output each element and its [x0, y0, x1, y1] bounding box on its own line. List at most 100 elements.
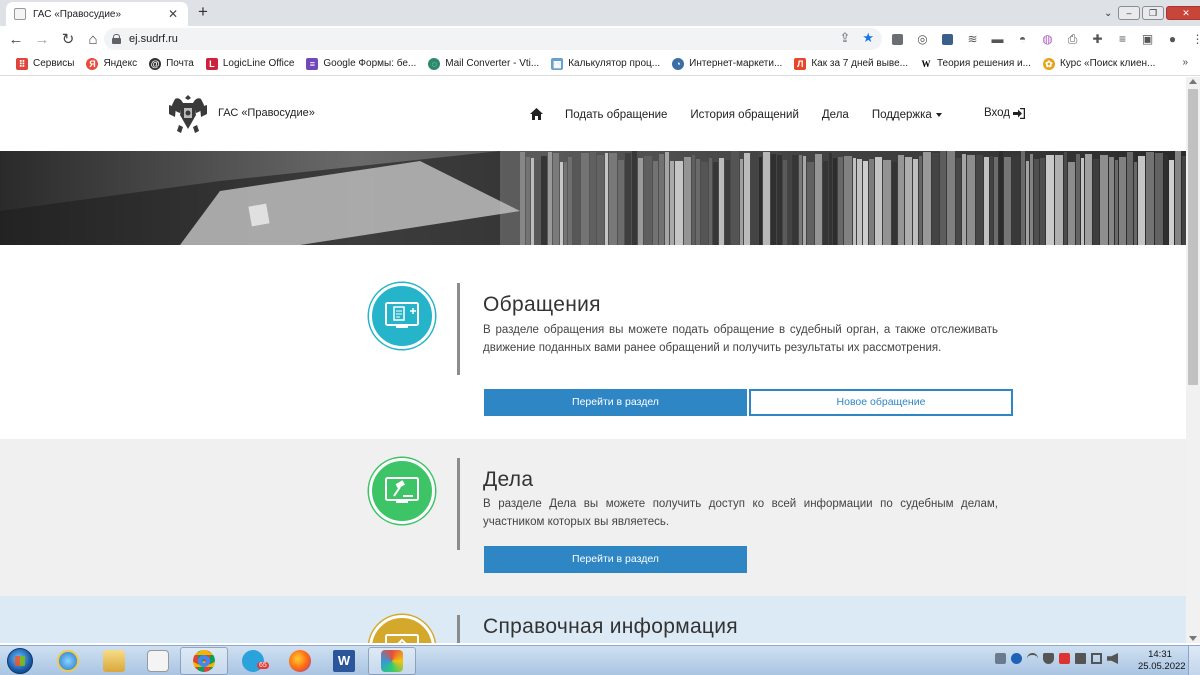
extension-folder-icon[interactable]: ▬	[988, 30, 1007, 49]
shelf-spine	[1134, 162, 1137, 245]
taskbar-firefox[interactable]	[276, 647, 324, 675]
extension-icon-6[interactable]: ◓	[1013, 30, 1032, 49]
shelf-spine	[1155, 153, 1163, 245]
bookmark-item[interactable]: L LogicLine Office	[200, 57, 301, 70]
sign-in-icon	[1013, 107, 1026, 119]
menu-icon[interactable]: ⋮	[1188, 30, 1200, 49]
monitor-icon[interactable]	[1091, 653, 1102, 664]
shelf-spine	[815, 154, 822, 245]
scrollbar-thumb[interactable]	[1188, 89, 1198, 385]
extension-icon-1[interactable]	[888, 30, 907, 49]
bookmark-item[interactable]: Л Как за 7 дней выве...	[788, 57, 914, 70]
address-bar[interactable]: ej.sudrf.ru ⇪ ★	[104, 28, 882, 50]
shelf-spine	[999, 151, 1003, 245]
scroll-down-arrow-icon[interactable]	[1189, 636, 1197, 641]
extension-icon-7[interactable]: ◍	[1038, 30, 1057, 49]
apps-grid-icon: ⠿	[16, 57, 28, 70]
volume-icon[interactable]	[1107, 653, 1118, 664]
bookmark-item[interactable]: ✿ Курс «Поиск клиен...	[1037, 57, 1161, 70]
nav-appeal-history[interactable]: История обращений	[690, 109, 799, 121]
bookmark-item[interactable]: ◔ Интернет-маркети...	[666, 57, 788, 70]
shelf-spine	[665, 152, 669, 245]
extension-icon-3[interactable]	[938, 30, 957, 49]
tab-close-icon[interactable]: ✕	[166, 7, 180, 21]
login-link[interactable]: Вход	[984, 107, 1026, 119]
network-error-icon[interactable]	[1059, 653, 1070, 664]
scroll-up-arrow-icon[interactable]	[1189, 79, 1197, 84]
extension-icon-2[interactable]: ◎	[913, 30, 932, 49]
show-desktop-button[interactable]	[1188, 646, 1200, 675]
shelf-spine	[1068, 162, 1075, 245]
share-icon[interactable]: ⇪	[839, 30, 850, 46]
bookmark-item[interactable]: ◌ Mail Converter - Vti...	[422, 57, 545, 70]
nav-submit-appeal[interactable]: Подать обращение	[565, 109, 667, 121]
bookmarks-overflow-button[interactable]: »	[1182, 57, 1188, 68]
shelf-spine	[777, 155, 782, 245]
wifi-icon[interactable]	[1027, 653, 1038, 664]
taskbar-paint[interactable]	[368, 647, 416, 675]
taskbar-clock[interactable]: 14:31 25.05.2022	[1138, 649, 1186, 673]
bookmark-item[interactable]: ▦ Калькулятор проц...	[545, 57, 666, 70]
reload-button[interactable]: ↻	[56, 27, 80, 51]
bookmark-item[interactable]: W Теория решения и...	[914, 57, 1037, 70]
shelf-spine	[823, 161, 828, 245]
taskbar-media-player[interactable]	[134, 647, 182, 675]
wikipedia-icon: W	[920, 57, 932, 70]
close-window-button[interactable]: ✕	[1166, 6, 1200, 20]
help-icon[interactable]	[1011, 653, 1022, 664]
shelf-spine	[947, 151, 955, 245]
home-button[interactable]: ⌂	[81, 27, 105, 51]
google-forms-icon: ≡	[306, 57, 319, 70]
taskbar-telegram[interactable]: 65	[229, 647, 277, 675]
shelf-spine	[759, 157, 762, 245]
coat-of-arms-logo[interactable]	[165, 91, 211, 137]
reading-list-icon[interactable]: ≡	[1113, 30, 1132, 49]
shelf-spine	[696, 159, 700, 245]
extensions-puzzle-icon[interactable]: ✚	[1088, 30, 1107, 49]
side-panel-icon[interactable]: ▣	[1138, 30, 1157, 49]
shelf-spine	[625, 153, 631, 245]
profile-avatar-icon[interactable]: ●	[1163, 30, 1182, 49]
tab-search-icon[interactable]: ⌄	[1104, 8, 1116, 19]
taskbar-explorer[interactable]	[90, 647, 138, 675]
minimize-button[interactable]: –	[1118, 6, 1140, 20]
web-page: ГАС «Правосудие» Подать обращение Истори…	[0, 77, 1186, 643]
browser-tab[interactable]: ГАС «Правосудие» ✕	[6, 2, 188, 26]
start-button[interactable]	[3, 647, 37, 675]
nav-support-dropdown[interactable]: Поддержка	[872, 109, 942, 121]
shield-tray-icon[interactable]	[1043, 653, 1054, 664]
keyboard-icon[interactable]	[995, 653, 1006, 664]
site-name[interactable]: ГАС «Правосудие»	[218, 107, 315, 119]
print-icon[interactable]: ⎙	[1063, 30, 1082, 49]
shelf-spine	[898, 155, 904, 245]
bookmarks-bar: ⠿ Сервисы Я Яндекс @ Почта L LogicLine Offic…	[0, 52, 1200, 76]
nav-cases[interactable]: Дела	[822, 109, 849, 121]
site-header: ГАС «Правосудие» Подать обращение Истори…	[0, 77, 1186, 151]
back-button[interactable]: ←	[4, 27, 28, 51]
power-icon[interactable]	[1075, 653, 1086, 664]
taskbar-word[interactable]: W	[320, 647, 368, 675]
cases-open-section-button[interactable]: Перейти в раздел	[484, 546, 747, 573]
restore-button[interactable]: ❐	[1142, 6, 1164, 20]
shelf-spine	[719, 158, 724, 245]
appeals-open-section-button[interactable]: Перейти в раздел	[484, 389, 747, 416]
bookmark-item[interactable]: ≡ Google Формы: бе...	[300, 57, 422, 70]
url-text: ej.sudrf.ru	[129, 33, 178, 45]
bookmark-star-icon[interactable]: ★	[862, 30, 874, 46]
home-icon[interactable]	[530, 107, 543, 123]
taskbar-chrome[interactable]	[180, 647, 228, 675]
bookmark-item[interactable]: Я Яндекс	[80, 57, 143, 70]
bookmark-item[interactable]: ⠿ Сервисы	[10, 57, 80, 70]
section-title: Обращения	[483, 293, 601, 316]
yandex-icon: Я	[86, 57, 99, 70]
page-scrollbar[interactable]	[1186, 77, 1200, 643]
forward-button[interactable]: →	[30, 27, 54, 51]
shelf-spine	[1076, 154, 1080, 245]
shelf-spine	[1164, 155, 1168, 245]
new-tab-button[interactable]: +	[194, 3, 212, 21]
taskbar-ie[interactable]	[44, 647, 92, 675]
bookmark-item[interactable]: @ Почта	[143, 57, 200, 70]
new-appeal-button[interactable]: Новое обращение	[749, 389, 1013, 416]
extension-icon-4[interactable]: ≋	[963, 30, 982, 49]
shelf-spine	[725, 160, 730, 245]
